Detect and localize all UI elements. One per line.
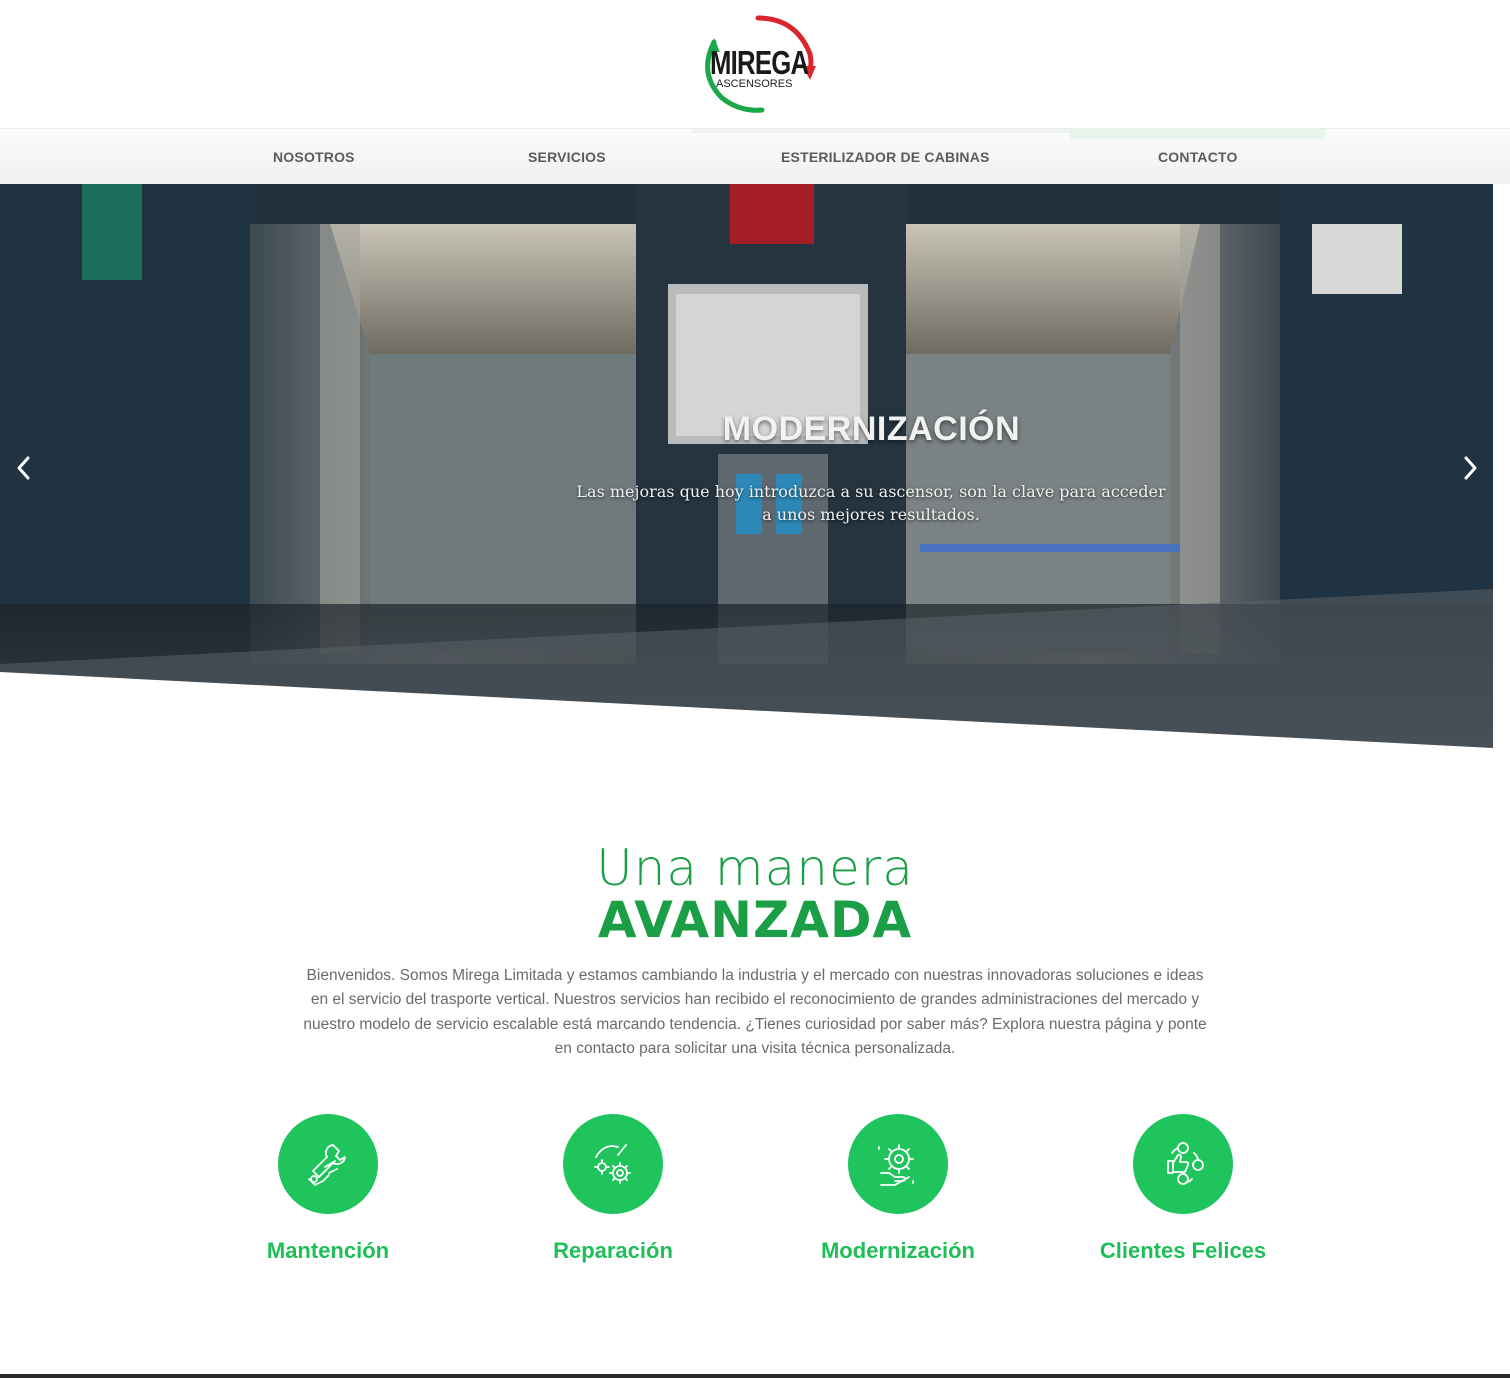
nav-item-nosotros[interactable]: NOSOTROS [273, 149, 355, 165]
footer-edge [0, 1374, 1510, 1378]
intro-heading-light: Una manera [596, 839, 914, 897]
site-header: MIREGA ASCENSORES [0, 0, 1510, 128]
nav-item-contacto[interactable]: CONTACTO [1158, 149, 1238, 165]
chevron-right-icon [1464, 456, 1477, 480]
main-nav: NOSOTROS SERVICIOS ESTERILIZADOR DE CABI… [0, 128, 1510, 184]
hero-subtitle: Las mejoras que hoy introduzca a su asce… [576, 482, 1166, 524]
mirega-logo[interactable]: MIREGA ASCENSORES [692, 14, 818, 114]
chevron-left-icon [17, 456, 30, 480]
logo-subtitle: ASCENSORES [716, 78, 793, 90]
feature-label: Mantención [266, 1238, 390, 1263]
logo-wordmark: MIREGA [710, 44, 809, 81]
feature-icon-circle [278, 1114, 378, 1214]
nav-item-esterilizador[interactable]: ESTERILIZADOR DE CABINAS [781, 149, 990, 165]
nav-item-servicios[interactable]: SERVICIOS [528, 149, 606, 165]
nav-active-indicator [1070, 129, 1325, 139]
intro-heading-bold: AVANZADA [597, 891, 913, 949]
wrench-hand-icon [308, 1144, 346, 1186]
intro-paragraph: Bienvenidos. Somos Mirega Limitada y est… [303, 967, 1207, 1057]
feature-label: Reparación [553, 1238, 673, 1263]
slider-next-button[interactable] [1458, 454, 1482, 482]
feature-label: Modernización [820, 1238, 975, 1263]
nav-accent-strip [692, 129, 1072, 133]
feature-clientes-felices[interactable]: Clientes Felices [1053, 1114, 1313, 1264]
hero-title: MODERNIZACIÓN [0, 410, 1493, 449]
feature-label: Clientes Felices [1099, 1238, 1267, 1263]
feature-icon-circle [1133, 1114, 1233, 1214]
feature-reparacion[interactable]: Reparación [483, 1114, 743, 1264]
hero-slider: MODERNIZACIÓN Las mejoras que hoy introd… [0, 184, 1493, 748]
slider-prev-button[interactable] [12, 454, 36, 482]
thumbs-up-icon [1167, 1142, 1204, 1185]
gears-repair-icon [594, 1144, 631, 1184]
feature-modernizacion[interactable]: Modernización [768, 1114, 1028, 1264]
feature-mantencion[interactable]: Mantención [198, 1114, 458, 1264]
elevator-image [0, 184, 1493, 748]
feature-icon-circle [563, 1114, 663, 1214]
feature-icon-circle [848, 1114, 948, 1214]
hero-title-text: MODERNIZACIÓN [722, 410, 1021, 448]
gear-hand-icon [878, 1144, 914, 1186]
